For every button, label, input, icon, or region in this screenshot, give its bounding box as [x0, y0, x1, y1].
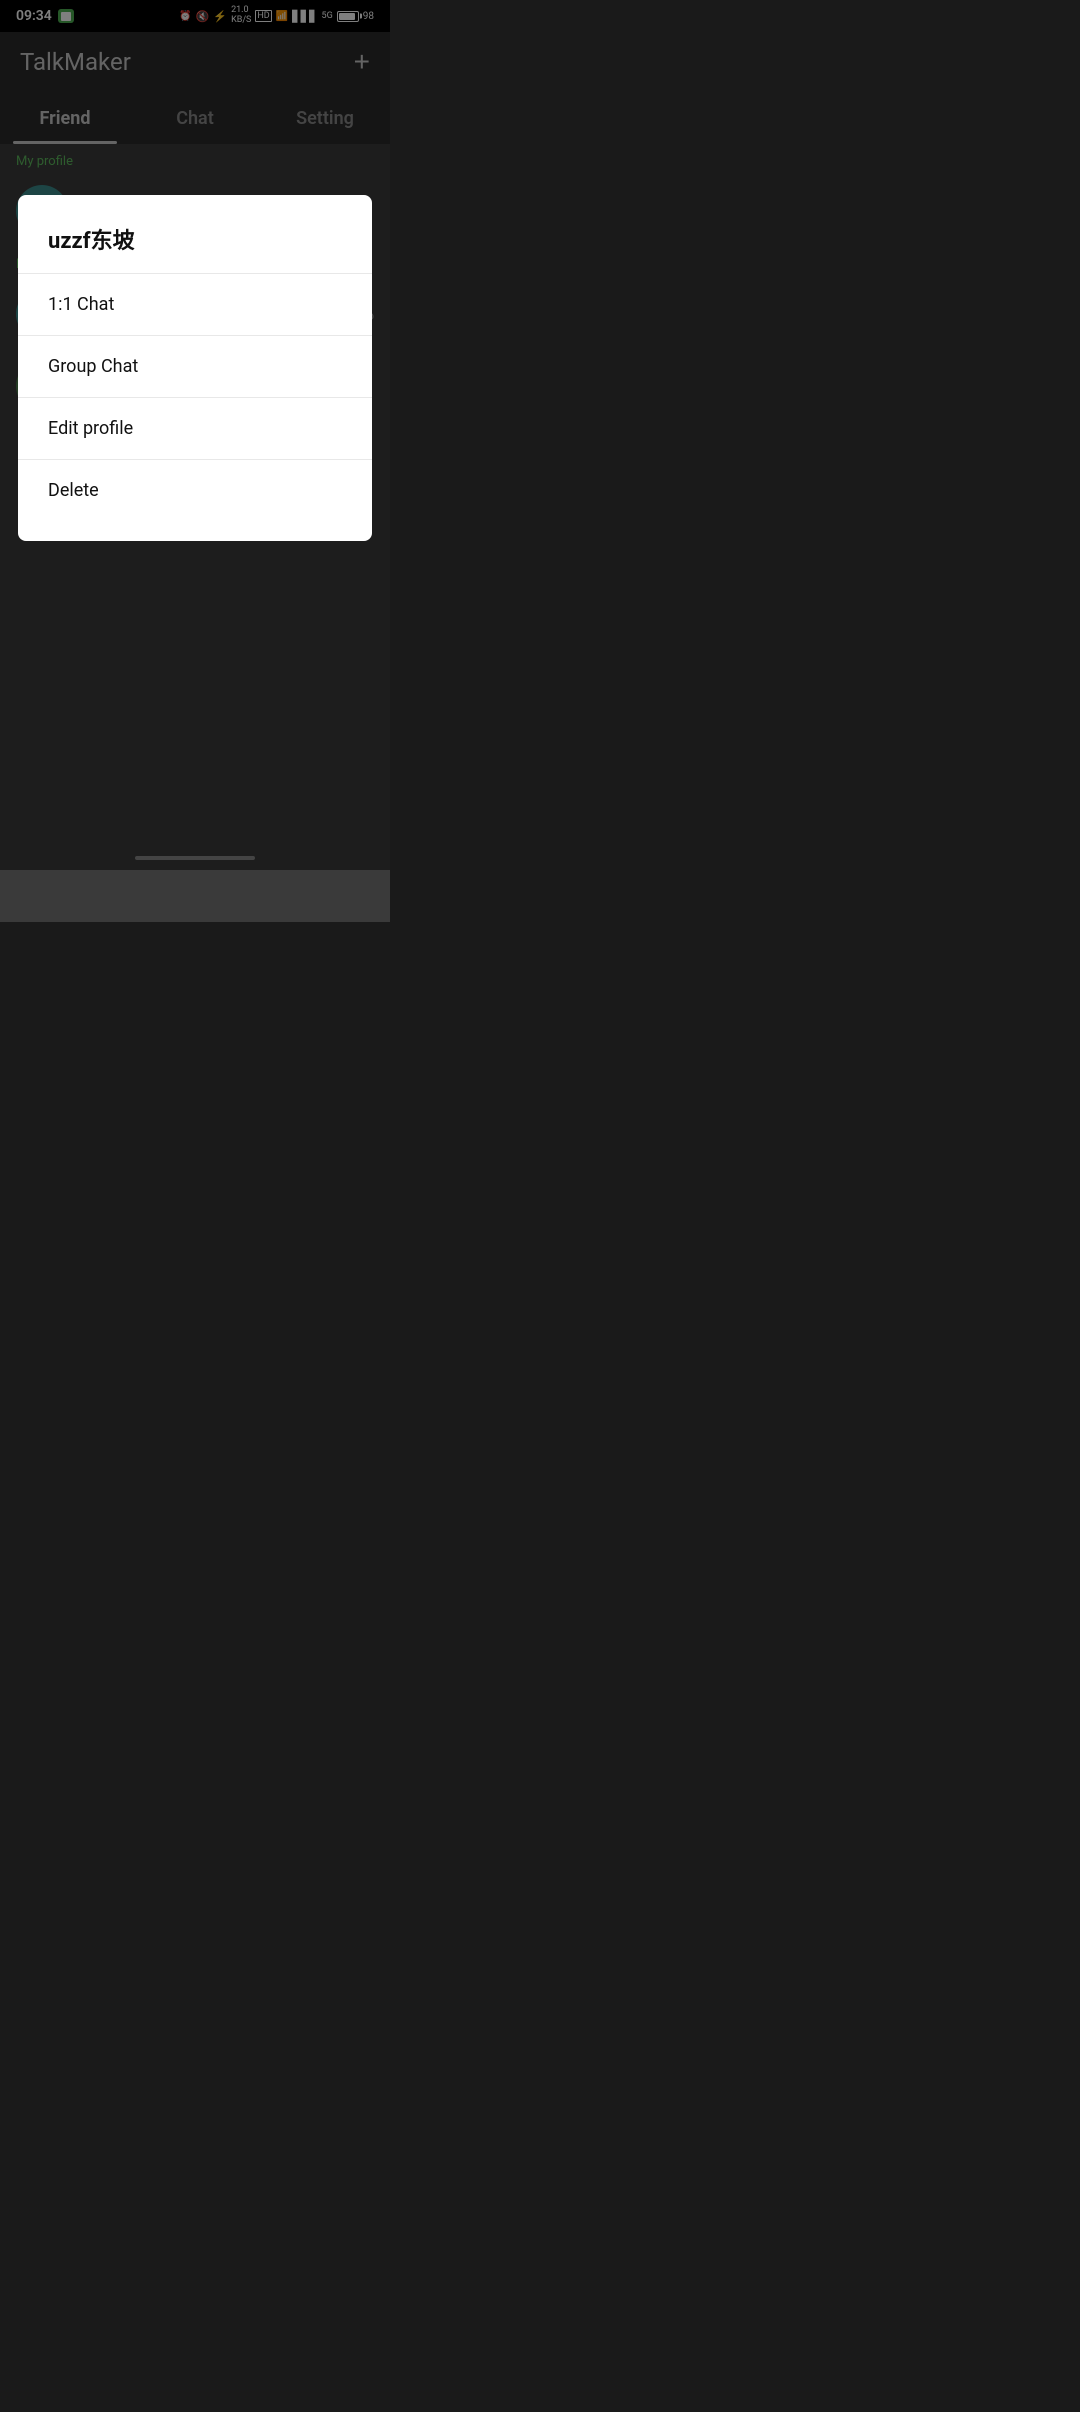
context-menu: uzzf东坡 1:1 Chat Group Chat Edit profile … — [18, 195, 372, 541]
context-item-delete[interactable]: Delete — [18, 460, 372, 521]
context-item-group-chat[interactable]: Group Chat — [18, 336, 372, 397]
context-menu-title: uzzf东坡 — [18, 215, 372, 273]
context-item-1-1-chat[interactable]: 1:1 Chat — [18, 274, 372, 335]
context-item-edit-profile[interactable]: Edit profile — [18, 398, 372, 459]
